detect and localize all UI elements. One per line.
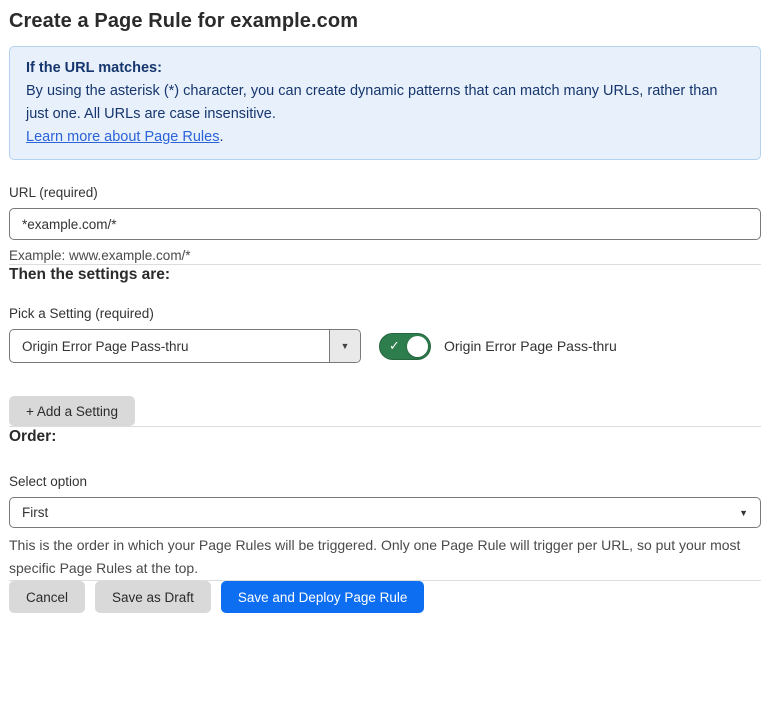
setting-toggle-label: Origin Error Page Pass-thru: [444, 338, 617, 354]
toggle-knob: [407, 335, 428, 357]
form-actions: Cancel Save as Draft Save and Deploy Pag…: [9, 581, 761, 613]
setting-toggle[interactable]: ✓: [379, 332, 431, 360]
link-suffix: .: [219, 129, 224, 145]
info-box-body: By using the asterisk (*) character, you…: [26, 83, 718, 122]
chevron-down-icon: ▼: [739, 507, 748, 518]
url-input[interactable]: [9, 208, 761, 240]
info-box-link-line: Learn more about Page Rules.: [26, 126, 744, 149]
add-setting-button[interactable]: + Add a Setting: [9, 396, 135, 426]
cancel-button[interactable]: Cancel: [9, 581, 86, 613]
save-draft-button[interactable]: Save as Draft: [95, 581, 211, 613]
setting-dropdown-value: Origin Error Page Pass-thru: [22, 338, 189, 354]
page-title: Create a Page Rule for example.com: [9, 10, 359, 32]
pick-setting-label: Pick a Setting (required): [9, 306, 154, 321]
settings-section-heading: Then the settings are:: [9, 266, 171, 283]
save-deploy-button[interactable]: Save and Deploy Page Rule: [220, 581, 425, 613]
url-example-helper: Example: www.example.com/*: [9, 248, 191, 263]
order-select-value: First: [22, 505, 49, 520]
learn-more-link[interactable]: Learn more about Page Rules: [26, 129, 219, 145]
info-box-heading: If the URL matches:: [26, 60, 162, 76]
order-select[interactable]: First ▼: [9, 497, 761, 528]
order-section-heading: Order:: [9, 428, 57, 445]
order-select-label: Select option: [9, 474, 88, 489]
url-field-label: URL (required): [9, 185, 98, 200]
url-match-info-box: If the URL matches: By using the asteris…: [9, 46, 761, 160]
order-helper-text: This is the order in which your Page Rul…: [9, 537, 741, 576]
chevron-down-icon[interactable]: ▼: [329, 330, 360, 362]
setting-row: Origin Error Page Pass-thru ▼ ✓ Origin E…: [9, 329, 761, 363]
setting-dropdown[interactable]: Origin Error Page Pass-thru ▼: [9, 329, 361, 363]
page-rule-form: Create a Page Rule for example.com If th…: [0, 0, 770, 626]
check-icon: ✓: [389, 338, 400, 354]
